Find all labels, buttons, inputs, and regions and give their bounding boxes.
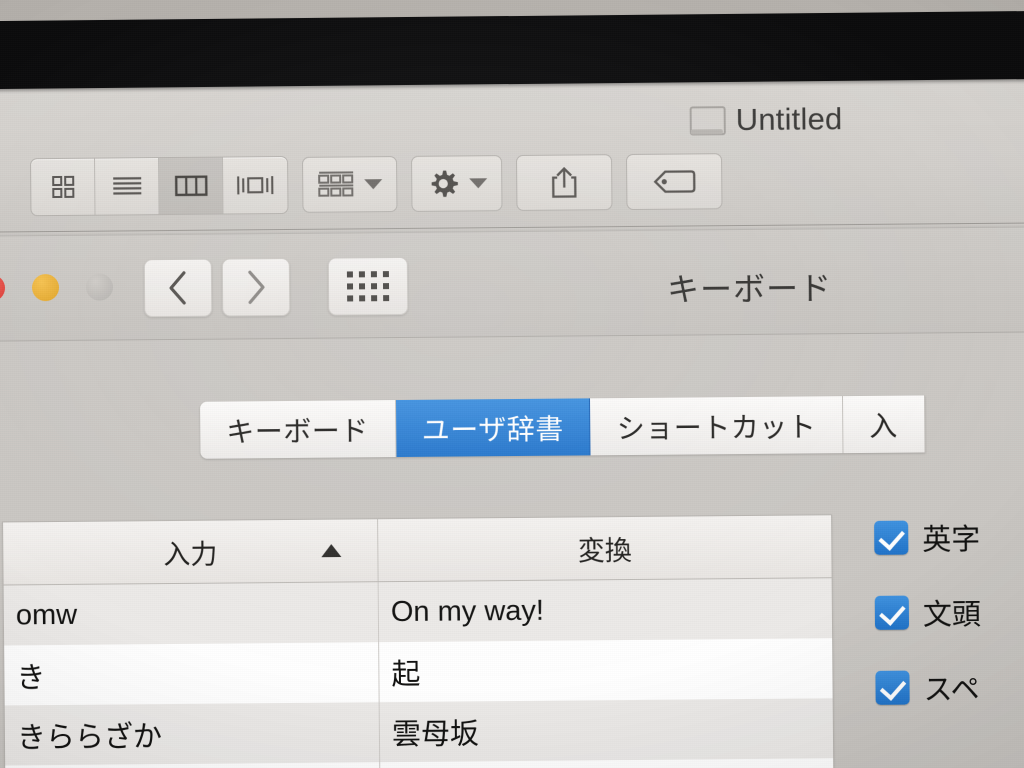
arrange-by-button[interactable]: [302, 156, 398, 213]
tab-user-dictionary[interactable]: ユーザ辞書: [395, 398, 591, 458]
tab-keyboard[interactable]: キーボード: [200, 400, 397, 459]
option-row-spell[interactable]: スペ: [875, 666, 981, 709]
table-header-row: 入力 変換: [3, 515, 832, 586]
chevron-down-icon: [364, 179, 383, 190]
column-header-conversion[interactable]: 変換: [378, 515, 832, 581]
cell-conversion: 雲母坂: [391, 718, 480, 752]
user-dictionary-table: 入力 変換 omw On my way! き 起 きららざか 雲母坂 そうとう: [2, 514, 835, 768]
table-row[interactable]: きららざか 雲母坂: [4, 698, 834, 766]
navigation-buttons: [143, 256, 409, 318]
icon-view-icon: [51, 175, 74, 199]
table-row[interactable]: omw On my way!: [3, 578, 833, 646]
hard-disk-icon: [689, 106, 726, 136]
page-title: キーボード: [666, 270, 833, 308]
finder-window: Untitled: [0, 69, 1024, 239]
checkbox-spell[interactable]: [875, 670, 910, 705]
black-band: [0, 10, 1024, 90]
column-header-input-label: 入力: [163, 539, 218, 570]
window-controls: [0, 273, 114, 302]
close-button[interactable]: [0, 274, 6, 302]
column-header-input[interactable]: 入力: [3, 519, 379, 585]
tag-icon: [653, 170, 696, 193]
show-all-button[interactable]: [327, 256, 409, 316]
tab-shortcuts[interactable]: ショートカット: [590, 396, 844, 456]
tab-bar: キーボード ユーザ辞書 ショートカット 入: [200, 395, 925, 459]
chevron-left-icon: [169, 271, 186, 305]
option-row-bunto[interactable]: 文頭: [874, 591, 982, 634]
text-options-list: 英字 文頭 スペ: [874, 516, 982, 709]
finder-toolbar: [30, 152, 723, 217]
chevron-right-icon: [248, 270, 265, 304]
share-icon: [552, 166, 577, 198]
system-preferences-window: キーボード キーボード ユーザ辞書 ショートカット 入 入力 変換 omw On…: [0, 227, 1024, 768]
cell-input: き: [4, 642, 380, 706]
column-view-button[interactable]: [159, 157, 224, 215]
cell-input: きららざか: [4, 702, 381, 766]
finder-title-group: Untitled: [689, 101, 843, 138]
arrange-by-icon: [318, 171, 354, 197]
list-view-button[interactable]: [95, 158, 160, 215]
cell-conversion: 起: [391, 658, 421, 692]
view-mode-group: [30, 155, 289, 217]
tags-button[interactable]: [626, 153, 723, 211]
minimize-button[interactable]: [31, 273, 60, 302]
coverflow-view-button[interactable]: [223, 157, 287, 214]
share-button[interactable]: [516, 154, 613, 211]
checkbox-eiji[interactable]: [874, 520, 909, 555]
finder-titlebar[interactable]: Untitled: [0, 79, 1024, 151]
option-label-bunto: 文頭: [922, 598, 982, 632]
icon-view-button[interactable]: [31, 158, 96, 216]
back-button[interactable]: [143, 258, 213, 318]
list-view-icon: [112, 177, 141, 195]
sort-ascending-icon: [321, 544, 342, 558]
column-view-icon: [174, 175, 208, 197]
option-label-eiji: 英字: [922, 523, 981, 557]
table-row[interactable]: き 起: [4, 638, 833, 706]
gear-icon: [431, 170, 458, 197]
checkbox-bunto[interactable]: [874, 595, 910, 630]
column-header-conversion-label: 変換: [577, 535, 632, 566]
option-label-spell: スペ: [923, 673, 980, 707]
finder-title-text: Untitled: [735, 101, 843, 138]
option-row-eiji[interactable]: 英字: [874, 516, 980, 559]
coverflow-view-icon: [237, 176, 274, 195]
chevron-down-icon: [469, 178, 488, 189]
cell-conversion: On my way!: [390, 594, 545, 628]
show-all-grid-icon: [346, 271, 390, 302]
zoom-button[interactable]: [85, 273, 114, 301]
forward-button[interactable]: [221, 257, 291, 317]
action-menu-button[interactable]: [411, 155, 503, 212]
cell-input: omw: [3, 582, 380, 646]
tab-input-sources[interactable]: 入: [842, 395, 925, 454]
screen-photo: Untitled キーボード キーボード ユーザ辞書 ショートカット 入 入力 …: [0, 0, 1024, 768]
